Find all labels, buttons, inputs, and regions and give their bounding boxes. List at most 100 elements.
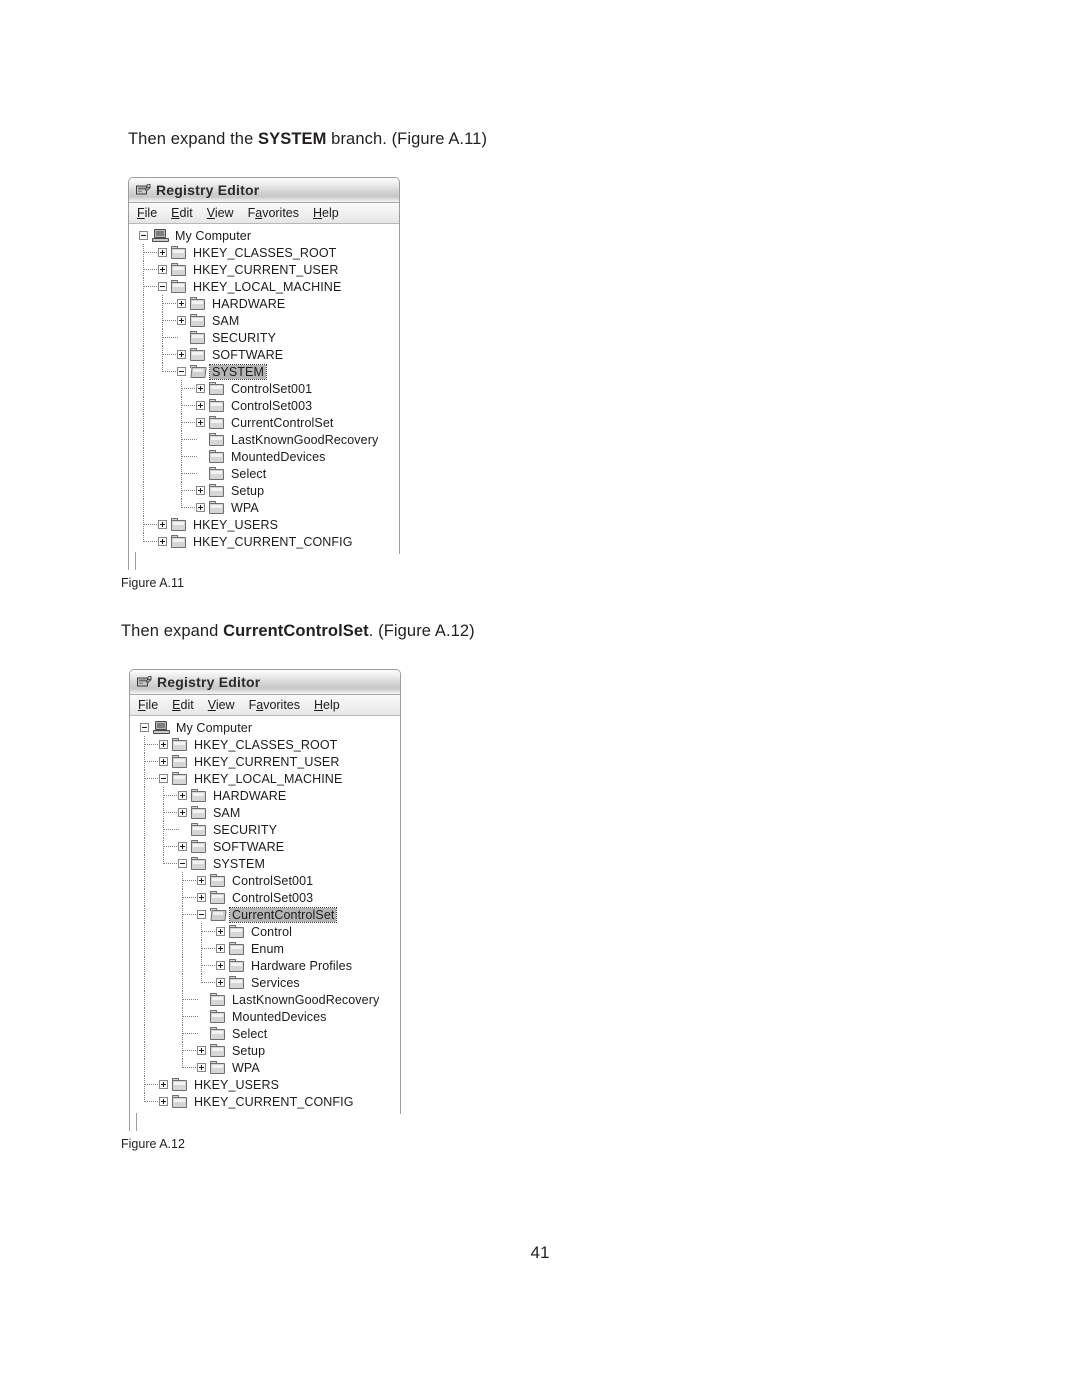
tree-item-system[interactable]: SYSTEM: [130, 855, 400, 872]
tree-item-enum[interactable]: Enum: [130, 940, 400, 957]
menu-item-favorites[interactable]: Favorites: [248, 206, 299, 220]
tree-item-wpa[interactable]: WPA: [130, 1059, 400, 1076]
expand-icon[interactable]: [178, 791, 187, 800]
tree-item-hkey-current-config[interactable]: HKEY_CURRENT_CONFIG: [130, 1093, 400, 1110]
menu-item-favorites[interactable]: Favorites: [249, 698, 300, 712]
tree-item-lastknowngoodrecovery[interactable]: LastKnownGoodRecovery: [129, 431, 399, 448]
tree-item-hkey-local-machine[interactable]: HKEY_LOCAL_MACHINE: [130, 770, 400, 787]
tree-item-hardware[interactable]: HARDWARE: [129, 295, 399, 312]
expand-icon[interactable]: [158, 248, 167, 257]
menu-item-help[interactable]: Help: [314, 698, 340, 712]
collapse-icon[interactable]: [139, 231, 148, 240]
expand-icon[interactable]: [216, 927, 225, 936]
expand-icon[interactable]: [216, 961, 225, 970]
tree-item-hkey-current-config[interactable]: HKEY_CURRENT_CONFIG: [129, 533, 399, 550]
menu-item-edit[interactable]: Edit: [171, 206, 193, 220]
tree-item-select[interactable]: Select: [130, 1025, 400, 1042]
expand-icon[interactable]: [196, 401, 205, 410]
collapse-icon[interactable]: [178, 859, 187, 868]
folder-icon: [190, 314, 206, 327]
expand-icon[interactable]: [178, 808, 187, 817]
tree-item-hkey-classes-root[interactable]: HKEY_CLASSES_ROOT: [129, 244, 399, 261]
tree-item-services[interactable]: Services: [130, 974, 400, 991]
tree-item-my-computer[interactable]: My Computer: [129, 227, 399, 244]
tree-item-controlset001[interactable]: ControlSet001: [129, 380, 399, 397]
expand-icon[interactable]: [196, 486, 205, 495]
tree-item-my-computer[interactable]: My Computer: [130, 719, 400, 736]
tree-item-system[interactable]: SYSTEM: [129, 363, 399, 380]
tree-item-wpa[interactable]: WPA: [129, 499, 399, 516]
tree-item-controlset001[interactable]: ControlSet001: [130, 872, 400, 889]
expand-icon[interactable]: [177, 316, 186, 325]
tree-item-currentcontrolset[interactable]: CurrentControlSet: [129, 414, 399, 431]
expand-icon[interactable]: [197, 876, 206, 885]
tree-connector-line: [182, 957, 183, 974]
tree-item-sam[interactable]: SAM: [130, 804, 400, 821]
expand-icon[interactable]: [177, 299, 186, 308]
tree-item-controlset003[interactable]: ControlSet003: [130, 889, 400, 906]
collapse-icon[interactable]: [140, 723, 149, 732]
tree-item-mounteddevices[interactable]: MountedDevices: [130, 1008, 400, 1025]
tree-item-hardware-profiles[interactable]: Hardware Profiles: [130, 957, 400, 974]
expand-icon[interactable]: [197, 1046, 206, 1055]
expand-icon[interactable]: [159, 757, 168, 766]
expand-icon[interactable]: [158, 537, 167, 546]
tree-item-sam[interactable]: SAM: [129, 312, 399, 329]
tree-item-setup[interactable]: Setup: [129, 482, 399, 499]
tree-connector-line: [145, 1101, 160, 1102]
tree-connector-line: [144, 821, 145, 838]
tree-item-setup[interactable]: Setup: [130, 1042, 400, 1059]
expand-icon[interactable]: [197, 1063, 206, 1072]
expand-icon[interactable]: [159, 1080, 168, 1089]
tree-item-select[interactable]: Select: [129, 465, 399, 482]
tree-item-hkey-classes-root[interactable]: HKEY_CLASSES_ROOT: [130, 736, 400, 753]
collapse-icon[interactable]: [159, 774, 168, 783]
tree-item-currentcontrolset[interactable]: CurrentControlSet: [130, 906, 400, 923]
window-menubar[interactable]: File Edit View Favorites Help: [130, 695, 400, 716]
expand-icon[interactable]: [159, 740, 168, 749]
expand-icon[interactable]: [159, 1097, 168, 1106]
expand-icon[interactable]: [196, 418, 205, 427]
menu-item-edit[interactable]: Edit: [172, 698, 194, 712]
tree-item-label: CurrentControlSet: [231, 415, 334, 430]
expand-icon[interactable]: [177, 350, 186, 359]
expand-icon[interactable]: [196, 384, 205, 393]
tree-item-label: HKEY_USERS: [194, 1077, 280, 1092]
menu-item-view[interactable]: View: [207, 206, 234, 220]
registry-tree-a12[interactable]: My Computer HKEY_CLASSES_ROOT HKEY_CURRENT…: [130, 716, 400, 1114]
expand-icon[interactable]: [158, 265, 167, 274]
window-menubar[interactable]: File Edit View Favorites Help: [129, 203, 399, 224]
menu-item-file[interactable]: File: [138, 698, 158, 712]
tree-item-label: HKEY_CURRENT_CONFIG: [193, 534, 353, 549]
tree-item-controlset003[interactable]: ControlSet003: [129, 397, 399, 414]
tree-item-software[interactable]: SOFTWARE: [130, 838, 400, 855]
expand-icon[interactable]: [196, 503, 205, 512]
tree-item-security[interactable]: SECURITY: [130, 821, 400, 838]
collapse-icon[interactable]: [177, 367, 186, 376]
registry-editor-window-a12[interactable]: Registry Editor File Edit View Favorites…: [129, 669, 401, 1114]
expand-icon[interactable]: [178, 842, 187, 851]
tree-item-software[interactable]: SOFTWARE: [129, 346, 399, 363]
tree-item-mounteddevices[interactable]: MountedDevices: [129, 448, 399, 465]
registry-editor-window-a11[interactable]: Registry Editor File Edit View Favorites…: [128, 177, 400, 554]
expand-icon[interactable]: [216, 944, 225, 953]
expand-icon[interactable]: [197, 893, 206, 902]
tree-item-control[interactable]: Control: [130, 923, 400, 940]
tree-item-hkey-current-user[interactable]: HKEY_CURRENT_USER: [130, 753, 400, 770]
registry-tree-a11[interactable]: My Computer HKEY_CLASSES_ROOT HKEY_CURRENT…: [129, 224, 399, 554]
tree-item-hkey-users[interactable]: HKEY_USERS: [129, 516, 399, 533]
collapse-icon[interactable]: [197, 910, 206, 919]
tree-item-hkey-users[interactable]: HKEY_USERS: [130, 1076, 400, 1093]
folder-open-icon: [210, 908, 227, 921]
menu-item-help[interactable]: Help: [313, 206, 339, 220]
expand-icon[interactable]: [216, 978, 225, 987]
tree-item-hkey-current-user[interactable]: HKEY_CURRENT_USER: [129, 261, 399, 278]
expand-icon[interactable]: [158, 520, 167, 529]
menu-item-view[interactable]: View: [208, 698, 235, 712]
tree-item-hardware[interactable]: HARDWARE: [130, 787, 400, 804]
tree-item-lastknowngoodrecovery[interactable]: LastKnownGoodRecovery: [130, 991, 400, 1008]
menu-item-file[interactable]: File: [137, 206, 157, 220]
tree-item-security[interactable]: SECURITY: [129, 329, 399, 346]
collapse-icon[interactable]: [158, 282, 167, 291]
tree-item-hkey-local-machine[interactable]: HKEY_LOCAL_MACHINE: [129, 278, 399, 295]
